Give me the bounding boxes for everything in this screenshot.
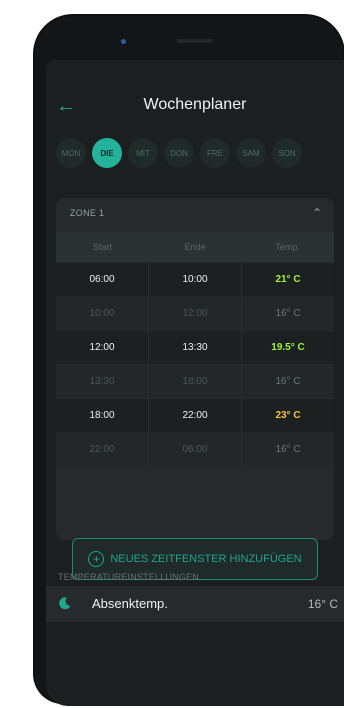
cell-end: 10:00 [149,263,242,296]
table-row[interactable]: 06:00 10:00 21° C [56,262,334,296]
column-header-temp: Temp. [275,242,300,252]
column-header-start: Start [92,242,112,252]
cell-end: 06:00 [149,433,242,466]
weekday-selector: MON DIE MIT DON FRE SAM SON [56,138,302,168]
cell-start: 06:00 [56,263,149,296]
schedule-table: Start Ende Temp. 06:00 10:00 21° C 10:00 12:… [56,232,334,466]
app-screen: ← Wochenplaner MON DIE MIT DON FRE SAM S… [46,60,344,706]
cell-temp: 21° C [275,274,301,285]
cell-end: 12:00 [149,297,242,330]
moon-icon [59,597,71,610]
table-row[interactable]: 18:00 22:00 23° C [56,398,334,432]
table-row[interactable]: 10:00 12:00 16° C [56,296,334,330]
table-row[interactable]: 13:30 18:00 16° C [56,364,334,398]
cell-temp: 16° C [275,376,301,387]
cell-start: 22:00 [56,433,149,466]
day-chip-don[interactable]: DON [164,138,194,168]
earpiece-speaker [177,39,213,43]
cell-start: 13:30 [56,365,149,398]
cell-end: 22:00 [149,399,242,432]
table-row[interactable]: 12:00 13:30 19.5° C [56,330,334,364]
cell-temp: 19.5° C [271,342,305,353]
setting-value: 16° C [307,597,338,611]
day-chip-die[interactable]: DIE [92,138,122,168]
page-title: Wochenplaner [143,96,247,113]
setting-label: Absenktemp. [92,596,168,611]
plus-circle-icon: + [88,551,105,567]
zone-card: ZONE 1 ⌃ Start Ende Temp. 06:00 10:00 21° … [56,198,334,580]
table-header: Start Ende Temp. [56,232,334,262]
cell-start: 12:00 [56,331,149,364]
cell-temp: 16° C [275,444,301,455]
chevron-up-icon[interactable]: ⌃ [312,206,322,220]
setting-row-absenktemp[interactable]: Absenktemp. 16° C [46,586,344,622]
section-label-temperature-settings: TEMPERATUREINSTELLUNGEN [58,572,199,582]
table-row[interactable]: 22:00 06:00 16° C [56,432,334,466]
cell-end: 18:00 [149,365,242,398]
add-time-window-label: NEUES ZEITFENSTER HINZUFÜGEN [110,553,302,565]
cell-temp: 23° C [275,410,301,421]
day-chip-son[interactable]: SON [272,138,302,168]
day-chip-mon[interactable]: MON [56,138,86,168]
cell-start: 10:00 [56,297,149,330]
cell-start: 18:00 [56,399,149,432]
zone-label: ZONE 1 [70,208,105,218]
front-camera [121,39,126,44]
zone-header[interactable]: ZONE 1 ⌃ [56,198,334,230]
day-chip-mit[interactable]: MIT [128,138,158,168]
day-chip-fre[interactable]: FRE [200,138,230,168]
column-header-end: Ende [184,242,206,252]
day-chip-sam[interactable]: SAM [236,138,266,168]
cell-temp: 16° C [275,308,301,319]
cell-end: 13:30 [149,331,242,364]
